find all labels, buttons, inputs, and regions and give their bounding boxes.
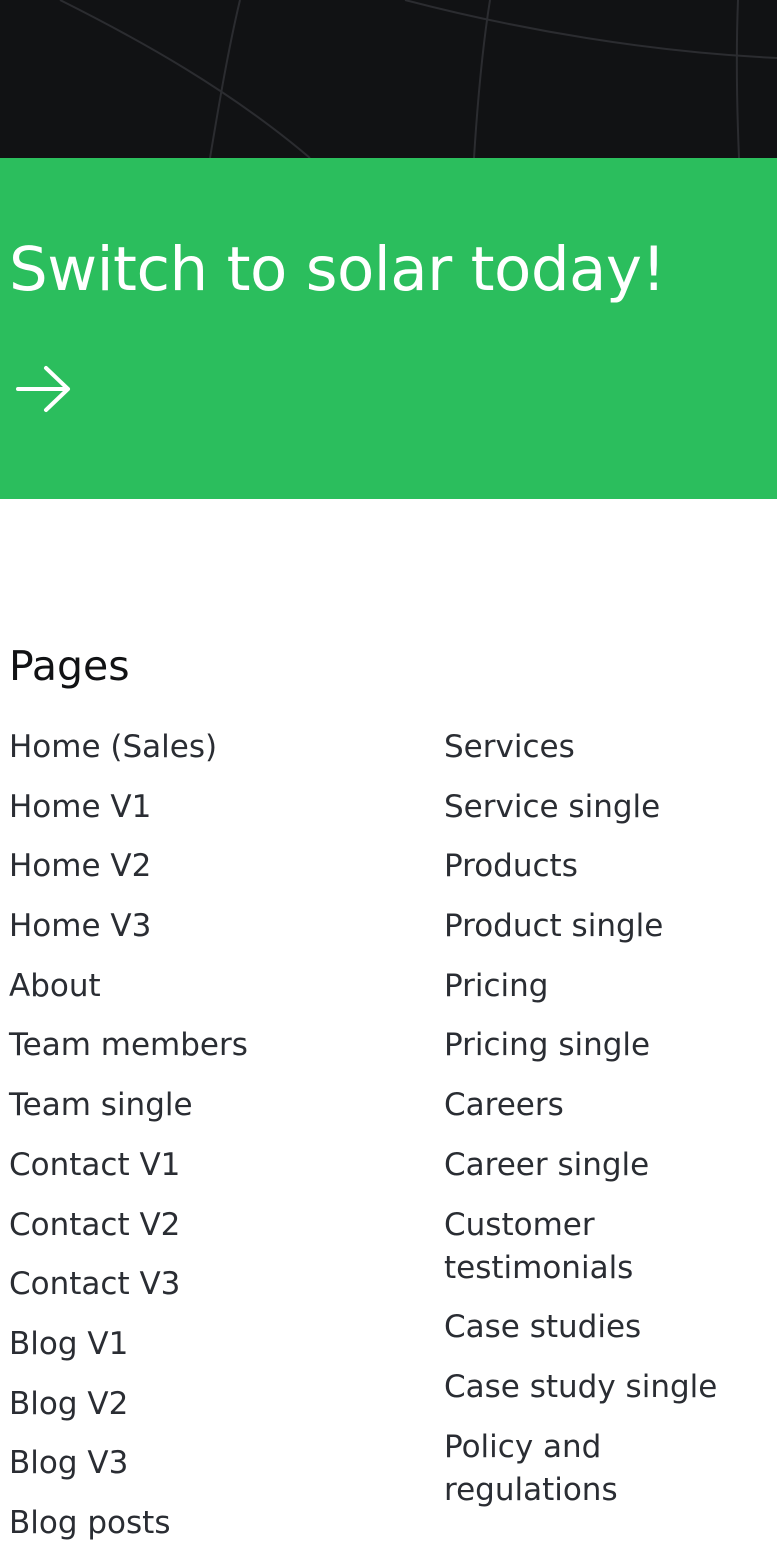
page-link[interactable]: Blog V2: [9, 1383, 409, 1426]
grid-line-decoration: [59, 0, 777, 158]
page-link[interactable]: Blog V3: [9, 1442, 409, 1485]
page-link[interactable]: Services: [444, 726, 764, 769]
cta-title: Switch to solar today!: [9, 234, 666, 305]
page-link[interactable]: Product single: [444, 905, 764, 948]
page-link[interactable]: Team members: [9, 1024, 409, 1067]
cta-banner[interactable]: [0, 158, 777, 499]
page-link[interactable]: Home V3: [9, 905, 409, 948]
pages-list-right: Services Service single Products Product…: [444, 726, 764, 1528]
hero-dark-section: [0, 0, 777, 158]
page-link[interactable]: Careers: [444, 1084, 764, 1127]
page-link[interactable]: Home V1: [9, 786, 409, 829]
page-link[interactable]: Career single: [444, 1144, 764, 1187]
page-link[interactable]: Contact V1: [9, 1144, 409, 1187]
page-link[interactable]: Contact V3: [9, 1263, 409, 1306]
page-link[interactable]: Blog posts: [9, 1502, 409, 1545]
page-link[interactable]: Policy and regulations: [444, 1426, 764, 1512]
page-link[interactable]: Home V2: [9, 845, 409, 888]
page-link[interactable]: Pricing single: [444, 1024, 764, 1067]
page-link[interactable]: About: [9, 965, 409, 1008]
page-link[interactable]: Home (Sales): [9, 726, 409, 769]
page-link[interactable]: Customer testimonials: [444, 1204, 764, 1290]
pages-list-left: Home (Sales) Home V1 Home V2 Home V3 Abo…: [9, 726, 409, 1562]
pages-heading: Pages: [9, 642, 130, 690]
page-link[interactable]: Team single: [9, 1084, 409, 1127]
page-link[interactable]: Case study single: [444, 1366, 764, 1409]
page-link[interactable]: Pricing: [444, 965, 764, 1008]
page-link[interactable]: Case studies: [444, 1306, 764, 1349]
page-link[interactable]: Service single: [444, 786, 764, 829]
page-link[interactable]: Contact V2: [9, 1204, 409, 1247]
page-link[interactable]: Products: [444, 845, 764, 888]
arrow-right-icon[interactable]: [14, 364, 74, 414]
page-link[interactable]: Blog V1: [9, 1323, 409, 1366]
